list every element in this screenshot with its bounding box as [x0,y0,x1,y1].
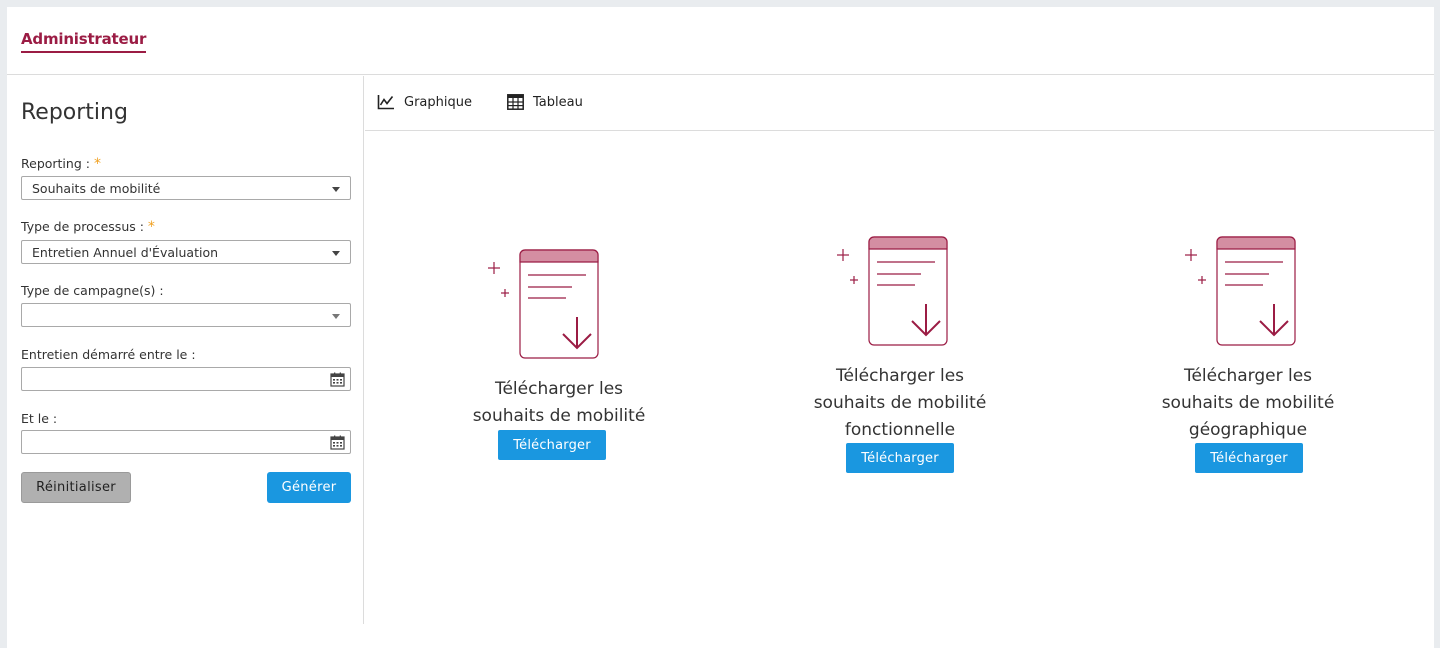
view-tabs: Graphique Tableau [365,76,1434,131]
app-window: Administrateur Reporting Reporting : * S… [7,7,1434,648]
calendar-icon[interactable] [330,435,345,450]
end-date-input[interactable] [21,430,351,454]
tab-administrateur[interactable]: Administrateur [21,30,146,53]
chevron-down-icon [332,251,340,256]
card-title: Télécharger les souhaits de mobilité fon… [813,366,987,440]
line-chart-icon [377,95,394,110]
document-download-icon [1185,236,1296,346]
reporting-select[interactable]: Souhaits de mobilité [21,176,351,200]
required-indicator: * [93,156,101,172]
start-date-label: Entretien démarré entre le : [21,347,196,362]
download-button[interactable]: Télécharger [1195,443,1303,473]
reset-button[interactable]: Réinitialiser [21,472,131,503]
document-download-icon [837,236,948,346]
calendar-icon[interactable] [330,372,345,387]
reporting-sidebar: Reporting Reporting : * Souhaits de mobi… [7,76,364,624]
generate-button[interactable]: Générer [267,472,351,503]
start-date-input[interactable] [21,367,351,391]
card-title: Télécharger les souhaits de mobilité géo… [1161,366,1335,440]
sidebar-title: Reporting [21,100,128,125]
card-title: Télécharger les souhaits de mobilité [472,379,646,426]
download-button[interactable]: Télécharger [498,430,606,460]
download-button[interactable]: Télécharger [846,443,954,473]
campaign-type-select[interactable] [21,303,351,327]
required-indicator: * [147,219,155,235]
document-download-icon [488,249,599,359]
tab-graphique[interactable]: Graphique [377,91,472,113]
table-icon [507,94,524,110]
top-navigation: Administrateur [7,7,1434,75]
chevron-down-icon [332,187,340,192]
process-type-select[interactable]: Entretien Annuel d'Évaluation [21,240,351,264]
process-type-select-value: Entretien Annuel d'Évaluation [32,245,219,260]
campaign-type-label: Type de campagne(s) : [21,283,164,298]
process-type-label: Type de processus : * [21,219,155,235]
reporting-select-value: Souhaits de mobilité [32,181,161,196]
chevron-down-icon [332,314,340,319]
reporting-label: Reporting : * [21,156,101,172]
tab-tableau[interactable]: Tableau [507,91,583,113]
end-date-label: Et le : [21,411,58,426]
